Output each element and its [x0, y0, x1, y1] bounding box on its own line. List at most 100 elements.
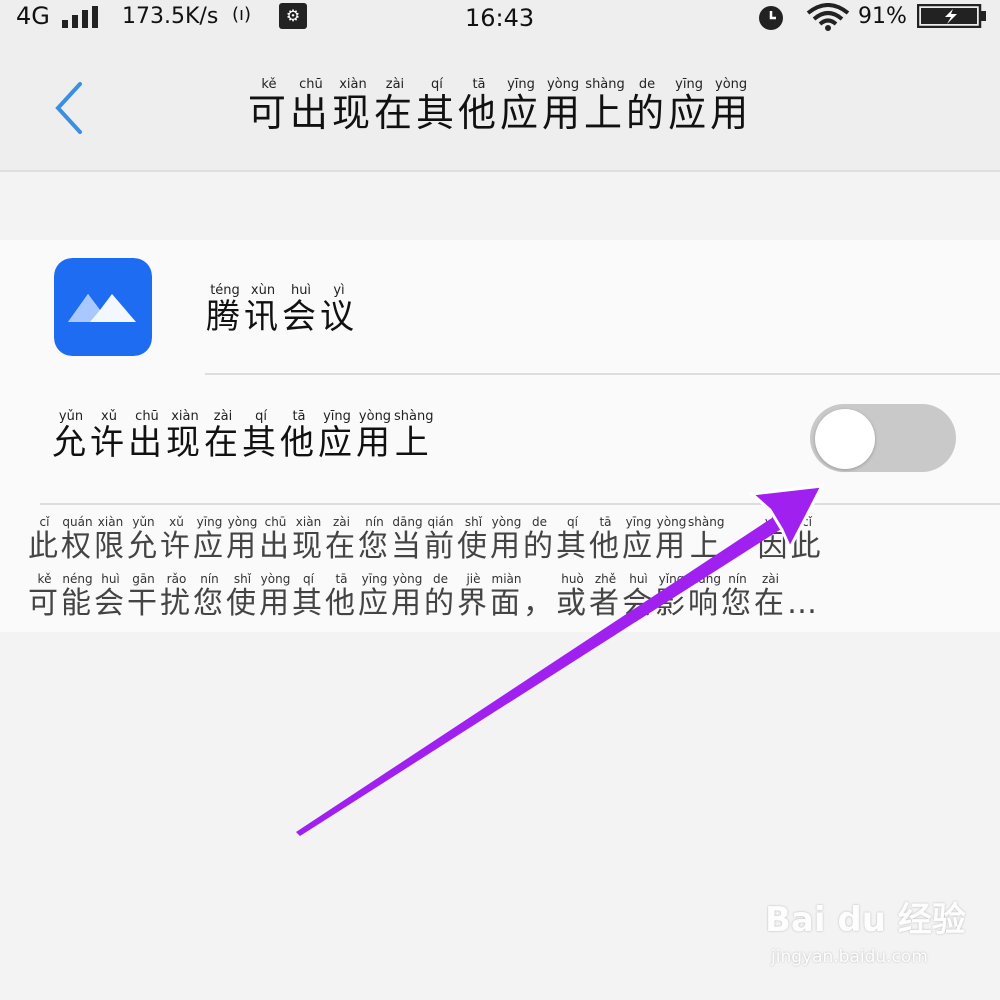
- ruby-char: 现xiàn: [166, 409, 204, 463]
- ruby-char: 应yīng: [193, 515, 226, 564]
- ruby-char: 他tā: [280, 409, 318, 463]
- pinyin: yīng: [622, 515, 655, 529]
- network-type: 4G: [16, 2, 50, 30]
- ruby-char: 用yòng: [356, 409, 394, 463]
- ruby-char: 允yǔn: [127, 515, 160, 564]
- pinyin: chū: [259, 515, 292, 529]
- pinyin: yòng: [655, 515, 688, 529]
- pinyin: dāng: [391, 515, 424, 529]
- pinyin: yīng: [318, 409, 356, 424]
- ruby-char: 他tā: [457, 77, 500, 135]
- app-name: 腾téng讯xùn会huì议yì: [206, 283, 358, 338]
- usb-icon: ⚙: [279, 3, 307, 29]
- ruby-char: 在zài: [373, 77, 416, 135]
- pinyin: xiàn: [94, 515, 127, 529]
- pinyin: tā: [589, 515, 622, 529]
- ruby-char: 应yīng: [668, 77, 711, 135]
- ruby-char: 用yòng: [391, 572, 424, 621]
- ruby-char: 应yīng: [318, 409, 356, 463]
- ruby-char: 扰rǎo: [160, 572, 193, 621]
- pinyin: cǐ: [28, 515, 61, 529]
- signal-icon: [62, 6, 98, 28]
- pinyin: shàng: [394, 409, 434, 424]
- pinyin: zhě: [589, 572, 622, 586]
- ruby-char: 面miàn: [490, 572, 523, 621]
- pinyin: nín: [358, 515, 391, 529]
- ruby-char: …: [787, 586, 820, 621]
- ruby-char: 前qián: [424, 515, 457, 564]
- ruby-char: 上shàng: [688, 515, 725, 564]
- pinyin: qí: [556, 515, 589, 529]
- clock: 16:43: [465, 4, 535, 32]
- ruby-char: 的de: [424, 572, 457, 621]
- ruby-char: 会huì: [622, 572, 655, 621]
- pinyin: yì: [320, 283, 358, 298]
- pinyin: rǎo: [160, 572, 193, 586]
- page-title: 可kě出chū现xiàn在zài其qí他tā应yīng用yòng上shàng的d…: [150, 77, 850, 137]
- ruby-char: 他tā: [589, 515, 622, 564]
- watermark-logo: Bai du 经验: [765, 900, 966, 940]
- divider: [40, 503, 1000, 505]
- pinyin: yīng: [193, 515, 226, 529]
- battery-icon: [917, 4, 986, 28]
- ruby-char: 上shàng: [394, 409, 434, 463]
- back-arrow-icon[interactable]: [40, 76, 100, 140]
- ruby-char: 您nín: [358, 515, 391, 564]
- ruby-char: 当dāng: [391, 515, 424, 564]
- ruby-char: 其qí: [556, 515, 589, 564]
- ruby-char: 允yǔn: [52, 409, 90, 463]
- ruby-char: 用yòng: [542, 77, 585, 135]
- pinyin: zài: [373, 77, 416, 92]
- pinyin: yòng: [226, 515, 259, 529]
- alarm-icon: [759, 6, 783, 30]
- pinyin: zài: [325, 515, 358, 529]
- pinyin: yǔn: [127, 515, 160, 529]
- pinyin: yǐng: [655, 572, 688, 586]
- watermark-site: jingyan.baidu.com: [771, 947, 928, 967]
- ruby-char: 您nín: [721, 572, 754, 621]
- pinyin: miàn: [490, 572, 523, 586]
- description-line: 可kě能néng会huì干gān扰rǎo您nín使shǐ用yòng其qí他tā应…: [28, 572, 968, 630]
- pinyin: gān: [127, 572, 160, 586]
- pinyin: huì: [282, 283, 320, 298]
- pinyin: qián: [424, 515, 457, 529]
- ruby-char: 他tā: [325, 572, 358, 621]
- ruby-char: 能néng: [61, 572, 94, 621]
- ruby-char: 腾téng: [206, 283, 244, 337]
- pinyin: xiàn: [166, 409, 204, 424]
- toggle-knob[interactable]: [815, 409, 875, 469]
- pinyin: xǔ: [160, 515, 193, 529]
- ruby-char: 的de: [626, 77, 669, 135]
- pinyin: cǐ: [790, 515, 824, 529]
- pinyin: nín: [721, 572, 754, 586]
- pinyin: xiàn: [331, 77, 374, 92]
- ruby-char: 议yì: [320, 283, 358, 337]
- ruby-char: 在zài: [325, 515, 358, 564]
- ruby-char: 应yīng: [358, 572, 391, 621]
- ruby-char: 此cǐ: [28, 515, 61, 564]
- ruby-char: 会huì: [282, 283, 320, 337]
- pinyin: xiǎng: [688, 572, 722, 586]
- pinyin: zài: [204, 409, 242, 424]
- pinyin: yòng: [490, 515, 523, 529]
- ruby-char: 用yòng: [655, 515, 688, 564]
- ruby-char: 或huò: [556, 572, 589, 621]
- ruby-char: 响xiǎng: [688, 572, 722, 621]
- ruby-char: 您nín: [193, 572, 226, 621]
- ruby-char: 现xiàn: [292, 515, 325, 564]
- ruby-char: 限xiàn: [94, 515, 127, 564]
- app-header: 可kě出chū现xiàn在zài其qí他tā应yīng用yòng上shàng的d…: [0, 38, 1000, 172]
- pinyin: xǔ: [90, 409, 128, 424]
- pinyin: zài: [754, 572, 787, 586]
- pinyin: huò: [556, 572, 589, 586]
- ruby-char: 上shàng: [584, 77, 627, 135]
- network-speed: 173.5K/s: [122, 4, 219, 29]
- pinyin: quán: [61, 515, 94, 529]
- pinyin: nín: [193, 572, 226, 586]
- ruby-char: 用yòng: [226, 515, 259, 564]
- battery-percent: 91%: [858, 4, 907, 29]
- ruby-char: 在zài: [754, 572, 787, 621]
- ruby-char: 其qí: [415, 77, 458, 135]
- baidu-jingyan-watermark: Bai du 经验 jingyan.baidu.com: [765, 892, 985, 982]
- pinyin: yīng: [668, 77, 711, 92]
